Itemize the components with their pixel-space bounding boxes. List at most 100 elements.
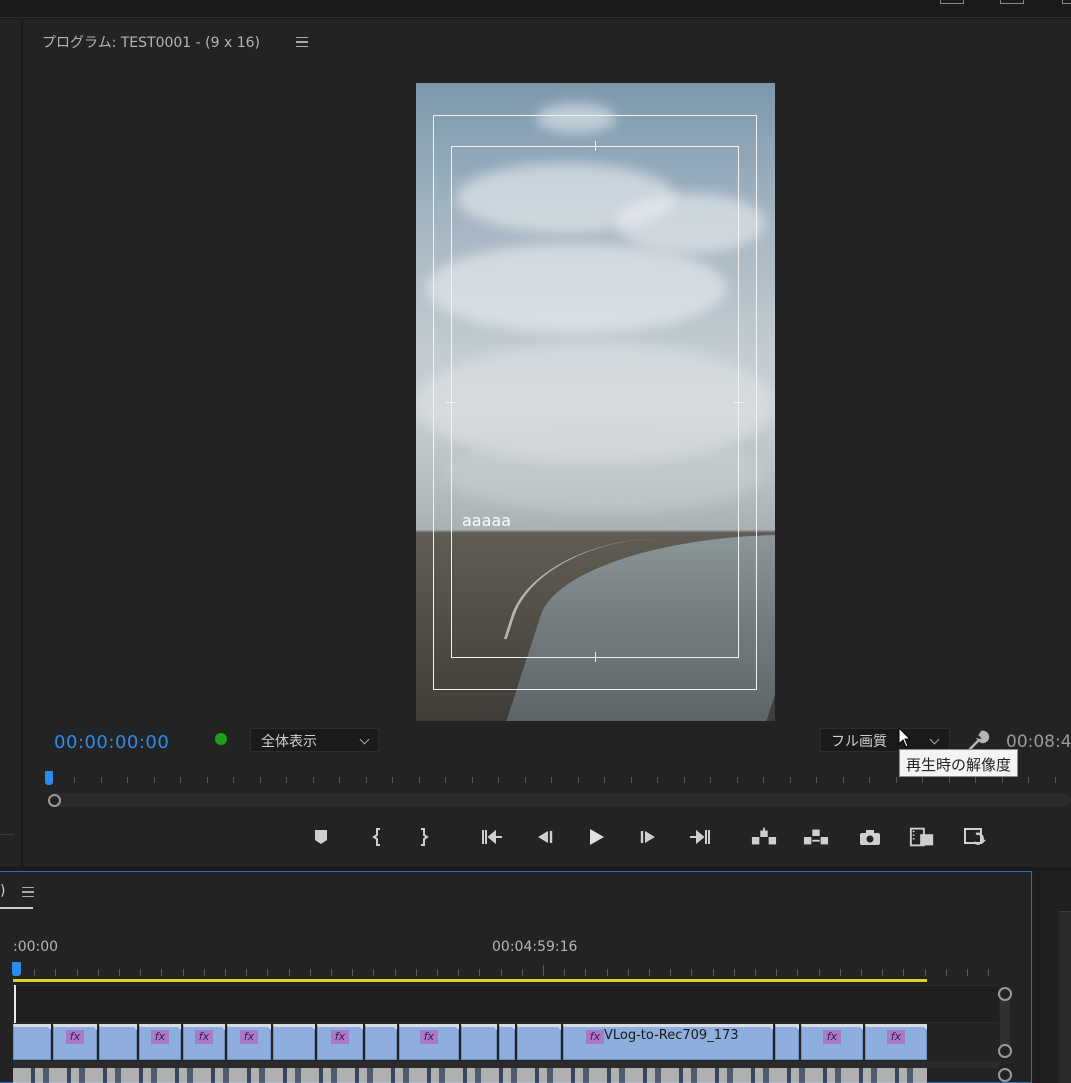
track-scroll-handle-bottom[interactable] <box>998 1044 1012 1058</box>
clip-edge-notch <box>491 1024 497 1030</box>
clip[interactable] <box>775 1024 799 1060</box>
clip[interactable] <box>99 1024 137 1060</box>
ruler-tick <box>733 969 735 976</box>
ruler-tick <box>267 969 269 976</box>
ruler-tick <box>331 969 332 976</box>
ruler-tick <box>225 969 226 976</box>
workspace-icon[interactable] <box>940 0 964 4</box>
clip[interactable]: fx <box>183 1024 225 1060</box>
track-v1[interactable]: fx fx fx fx fx fx fx VLog-to-Rec709_173 fx fx <box>13 1024 999 1062</box>
ruler-tick <box>712 969 714 976</box>
step-back-button[interactable] <box>531 825 557 849</box>
ruler-tick <box>895 777 897 783</box>
clip[interactable]: fx <box>399 1024 459 1060</box>
fx-badge: fx <box>195 1030 213 1044</box>
center-tick-bottom <box>595 652 596 662</box>
ruler-tick <box>670 969 672 976</box>
extract-button[interactable] <box>803 825 829 849</box>
chevron-down-icon <box>359 734 370 745</box>
go-to-in-button[interactable] <box>479 825 505 849</box>
fx-badge: fx <box>66 1030 84 1044</box>
clip[interactable] <box>461 1024 497 1060</box>
zoom-scroll-handle[interactable] <box>48 794 61 807</box>
ruler-tick <box>309 969 311 976</box>
program-monitor-panel: プログラム: TEST0001 - (9 x 16) aaaaa 00:00:0… <box>24 19 1071 867</box>
ruler-tick <box>203 969 205 976</box>
title-overlay-text[interactable]: aaaaa <box>462 511 511 530</box>
ruler-tick <box>543 965 544 976</box>
fx-badge: fx <box>823 1030 841 1044</box>
add-marker-button[interactable] <box>308 825 334 849</box>
mouse-cursor-icon <box>898 726 914 749</box>
timeline-playhead[interactable] <box>12 962 21 976</box>
zoom-scroll-bar[interactable] <box>48 793 1071 807</box>
ruler-tick <box>606 969 608 976</box>
workspace-icon[interactable] <box>1000 0 1024 4</box>
go-to-out-button[interactable] <box>687 825 713 849</box>
clip[interactable] <box>13 1024 51 1060</box>
ruler-tick <box>392 777 393 783</box>
program-playhead[interactable] <box>45 771 53 785</box>
clip-edge-notch <box>509 1024 515 1030</box>
clip[interactable] <box>517 1024 561 1060</box>
resolution-value: フル画質 <box>831 734 887 750</box>
ruler-tick <box>119 969 120 976</box>
ruler-tick <box>816 777 817 783</box>
ruler-tick <box>882 969 884 976</box>
play-button[interactable] <box>583 825 609 849</box>
ruler-tick <box>373 969 375 976</box>
clip[interactable]: fx <box>801 1024 863 1060</box>
track-v2[interactable] <box>13 985 999 1023</box>
ruler-time-start: :00:00 <box>13 939 59 955</box>
ruler-tick <box>736 777 738 783</box>
sequence-tab-label[interactable]: ) <box>0 883 5 899</box>
ruler-tick <box>585 969 587 976</box>
clip[interactable] <box>273 1024 315 1060</box>
timeline-panel: ) :00:00 00:04:59:16 fx fx fx fx fx fx fx VLog-… <box>0 871 1032 1083</box>
playhead-timecode[interactable]: 00:00:00:00 <box>54 732 169 753</box>
ruler-tick <box>797 969 799 976</box>
work-area-bar[interactable] <box>13 979 927 982</box>
mark-out-button[interactable] <box>411 825 437 849</box>
track-scroll-handle-top[interactable] <box>998 987 1012 1001</box>
mark-in-button[interactable] <box>364 825 390 849</box>
ruler-tick <box>153 777 155 783</box>
comparison-view-button[interactable] <box>909 825 935 849</box>
clip[interactable] <box>499 1024 515 1060</box>
program-time-ruler[interactable] <box>48 772 1071 786</box>
step-forward-button[interactable] <box>636 825 662 849</box>
ruler-tick <box>259 777 261 783</box>
timeline-time-ruler[interactable] <box>13 965 999 977</box>
track-height-scroll[interactable] <box>1000 992 1010 1052</box>
clip[interactable]: fx <box>865 1024 927 1060</box>
ruler-tick <box>789 777 791 783</box>
video-frame[interactable]: aaaaa <box>416 83 775 721</box>
clip[interactable]: fx <box>227 1024 271 1060</box>
workspace-icon[interactable] <box>1062 0 1071 4</box>
clip[interactable]: fx <box>139 1024 181 1060</box>
hamburger-menu-icon[interactable] <box>22 887 34 897</box>
hamburger-menu-icon[interactable] <box>296 37 308 47</box>
track-separator <box>13 1061 999 1068</box>
clip[interactable]: fx <box>53 1024 97 1060</box>
ruler-tick <box>312 777 314 783</box>
ruler-tick <box>710 777 711 783</box>
marker-icon <box>315 830 327 844</box>
track-scroll-handle-audio[interactable] <box>998 1068 1012 1082</box>
ruler-tick <box>437 969 438 976</box>
ruler-tick <box>763 777 764 783</box>
vr-toggle-button[interactable] <box>962 825 988 849</box>
zoom-level-select[interactable]: 全体表示 <box>250 728 379 752</box>
export-frame-button[interactable] <box>857 825 883 849</box>
ruler-tick <box>818 969 820 976</box>
clip[interactable]: fx VLog-to-Rec709_173 <box>563 1024 773 1060</box>
clip-edge-notch <box>767 1024 773 1030</box>
track-a1[interactable] <box>13 1068 927 1083</box>
ruler-tick <box>657 777 658 783</box>
clip-edge-notch <box>265 1024 271 1030</box>
clip[interactable]: fx <box>317 1024 363 1060</box>
ruler-tick <box>524 777 526 783</box>
clip-edge-notch <box>219 1024 225 1030</box>
clip[interactable] <box>365 1024 397 1060</box>
lift-button[interactable] <box>751 825 777 849</box>
